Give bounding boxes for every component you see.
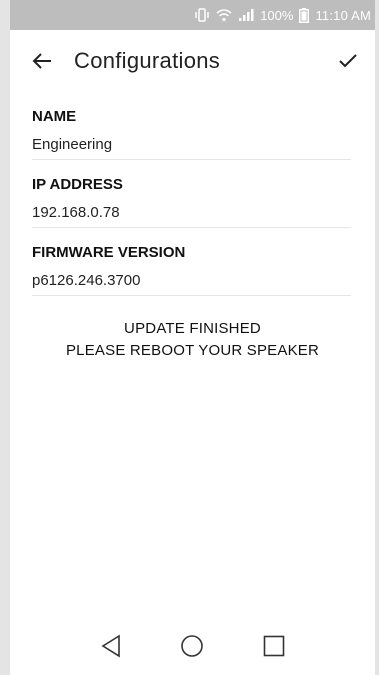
name-value[interactable]: Engineering (32, 130, 351, 160)
status-bar: 100% 11:10 AM (10, 0, 375, 30)
nav-home-button[interactable] (178, 632, 206, 660)
wifi-icon (216, 8, 232, 22)
firmware-version-field: FIRMWARE VERSION p6126.246.3700 (32, 240, 363, 296)
ip-address-label: IP ADDRESS (32, 176, 123, 193)
screen: 100% 11:10 AM Configurations NAME Engine… (10, 0, 375, 675)
battery-percent: 100% (260, 7, 294, 23)
device-frame: 100% 11:10 AM Configurations NAME Engine… (0, 0, 379, 675)
ip-address-value: 192.168.0.78 (32, 198, 351, 228)
right-bezel (375, 0, 379, 675)
battery-icon (299, 7, 310, 23)
system-nav-bar (10, 617, 375, 675)
configuration-form: NAME Engineering IP ADDRESS 192.168.0.78… (10, 92, 375, 362)
update-finished-text: UPDATE FINISHED (124, 320, 261, 337)
back-triangle-icon (101, 634, 120, 658)
ip-address-field: IP ADDRESS 192.168.0.78 (32, 172, 363, 228)
name-label: NAME (32, 108, 77, 125)
nav-back-button[interactable] (97, 632, 125, 660)
page-title: Configurations (74, 48, 221, 73)
checkmark-icon (339, 54, 357, 68)
back-button[interactable] (30, 49, 54, 73)
nav-recents-button[interactable] (260, 632, 288, 660)
vibrate-icon (194, 8, 210, 22)
home-circle-icon (181, 635, 204, 657)
reboot-instruction-text: PLEASE REBOOT YOUR SPEAKER (65, 342, 320, 359)
firmware-version-label: FIRMWARE VERSION (32, 244, 186, 261)
status-clock: 11:10 AM (315, 7, 371, 23)
left-bezel (0, 0, 10, 675)
update-status-message: UPDATE FINISHED PLEASE REBOOT YOUR SPEAK… (32, 318, 363, 362)
firmware-version-value: p6126.246.3700 (32, 266, 351, 296)
app-bar: Configurations (10, 30, 375, 92)
recents-square-icon (263, 635, 285, 657)
signal-icon (238, 8, 254, 22)
arrow-left-icon (32, 53, 51, 69)
confirm-button[interactable] (335, 48, 361, 74)
name-field: NAME Engineering (32, 104, 363, 160)
